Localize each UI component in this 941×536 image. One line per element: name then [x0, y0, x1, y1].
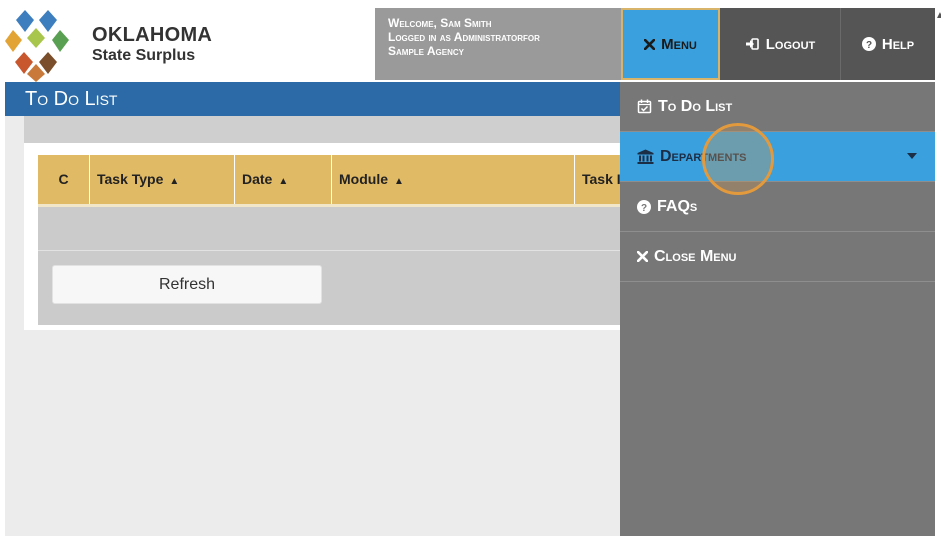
brand-name[interactable]: OKLAHOMA State Surplus [92, 25, 212, 64]
column-header-label: C [58, 171, 69, 187]
logout-button-label: Logout [765, 35, 816, 53]
help-button-label: Help [881, 35, 915, 53]
menu-button-label: Menu [661, 35, 697, 53]
table-header: C Task Type ▲︎ Date ▲︎ Module ▲︎ Task I [38, 155, 620, 207]
column-header-label: Date [242, 171, 273, 187]
column-header-c[interactable]: C [38, 155, 90, 204]
sort-icon: ▲︎ [394, 176, 404, 187]
question-circle-icon: ? [861, 37, 876, 51]
todo-panel: C Task Type ▲︎ Date ▲︎ Module ▲︎ Task I Ref… [24, 116, 620, 330]
column-header-module[interactable]: Module ▲︎ [332, 155, 575, 204]
logout-button[interactable]: Logout [720, 8, 840, 80]
todo-table: C Task Type ▲︎ Date ▲︎ Module ▲︎ Task I Ref… [38, 155, 620, 325]
column-header-label: Task Type [97, 171, 164, 187]
chevron-down-icon [907, 153, 917, 159]
help-button[interactable]: ? Help [840, 8, 935, 80]
svg-text:?: ? [641, 203, 647, 214]
sign-out-icon [745, 38, 759, 50]
menu-button[interactable]: Menu [621, 8, 720, 80]
menu-item-departments[interactable]: Departments [620, 132, 935, 182]
svg-text:?: ? [866, 40, 872, 51]
welcome-box: Welcome, Sam Smith Logged in as Administ… [375, 8, 621, 80]
site-header: OKLAHOMA State Surplus Welcome, Sam Smit… [5, 8, 935, 82]
oklahoma-logo[interactable] [5, 8, 79, 82]
table-row-empty [38, 207, 620, 251]
panel-toolbar [24, 116, 620, 143]
sort-icon: ▲︎ [278, 176, 289, 187]
menu-item-label: To Do List [658, 97, 733, 115]
column-header-task-id[interactable]: Task I [575, 155, 620, 204]
menu-item-close-menu[interactable]: Close Menu [620, 232, 935, 282]
brand-line1: OKLAHOMA [92, 24, 213, 46]
column-header-task-type[interactable]: Task Type ▲︎ [90, 155, 235, 204]
menu-item-label: Close Menu [654, 247, 737, 265]
welcome-role: Logged in as Administratorfor [388, 30, 540, 44]
menu-item-faqs[interactable]: ? FAQs [620, 182, 935, 232]
welcome-user: Welcome, Sam Smith [388, 16, 492, 30]
calendar-check-icon [637, 99, 652, 114]
bank-icon [637, 149, 654, 164]
menu-item-todo-list[interactable]: To Do List [620, 82, 935, 132]
scroll-up-arrow-icon[interactable]: ▲︎ [935, 10, 941, 21]
close-icon [637, 251, 648, 262]
dropdown-menu: To Do List Departments ? FAQs Close Menu [620, 82, 935, 536]
question-circle-icon: ? [637, 199, 651, 214]
column-header-date[interactable]: Date ▲︎ [235, 155, 332, 204]
page-title: To Do List [5, 82, 620, 116]
close-icon [644, 38, 656, 50]
menu-item-label: Departments [660, 147, 747, 165]
column-header-label: Task I [582, 171, 620, 187]
refresh-button[interactable]: Refresh [52, 265, 322, 304]
sort-icon: ▲︎ [169, 176, 180, 187]
welcome-agency: Sample Agency [388, 44, 465, 58]
column-header-label: Module [339, 171, 388, 187]
app-page: OKLAHOMA State Surplus Welcome, Sam Smit… [5, 8, 935, 536]
menu-item-label: FAQs [657, 197, 698, 215]
brand-line2: State Surplus [92, 47, 196, 64]
